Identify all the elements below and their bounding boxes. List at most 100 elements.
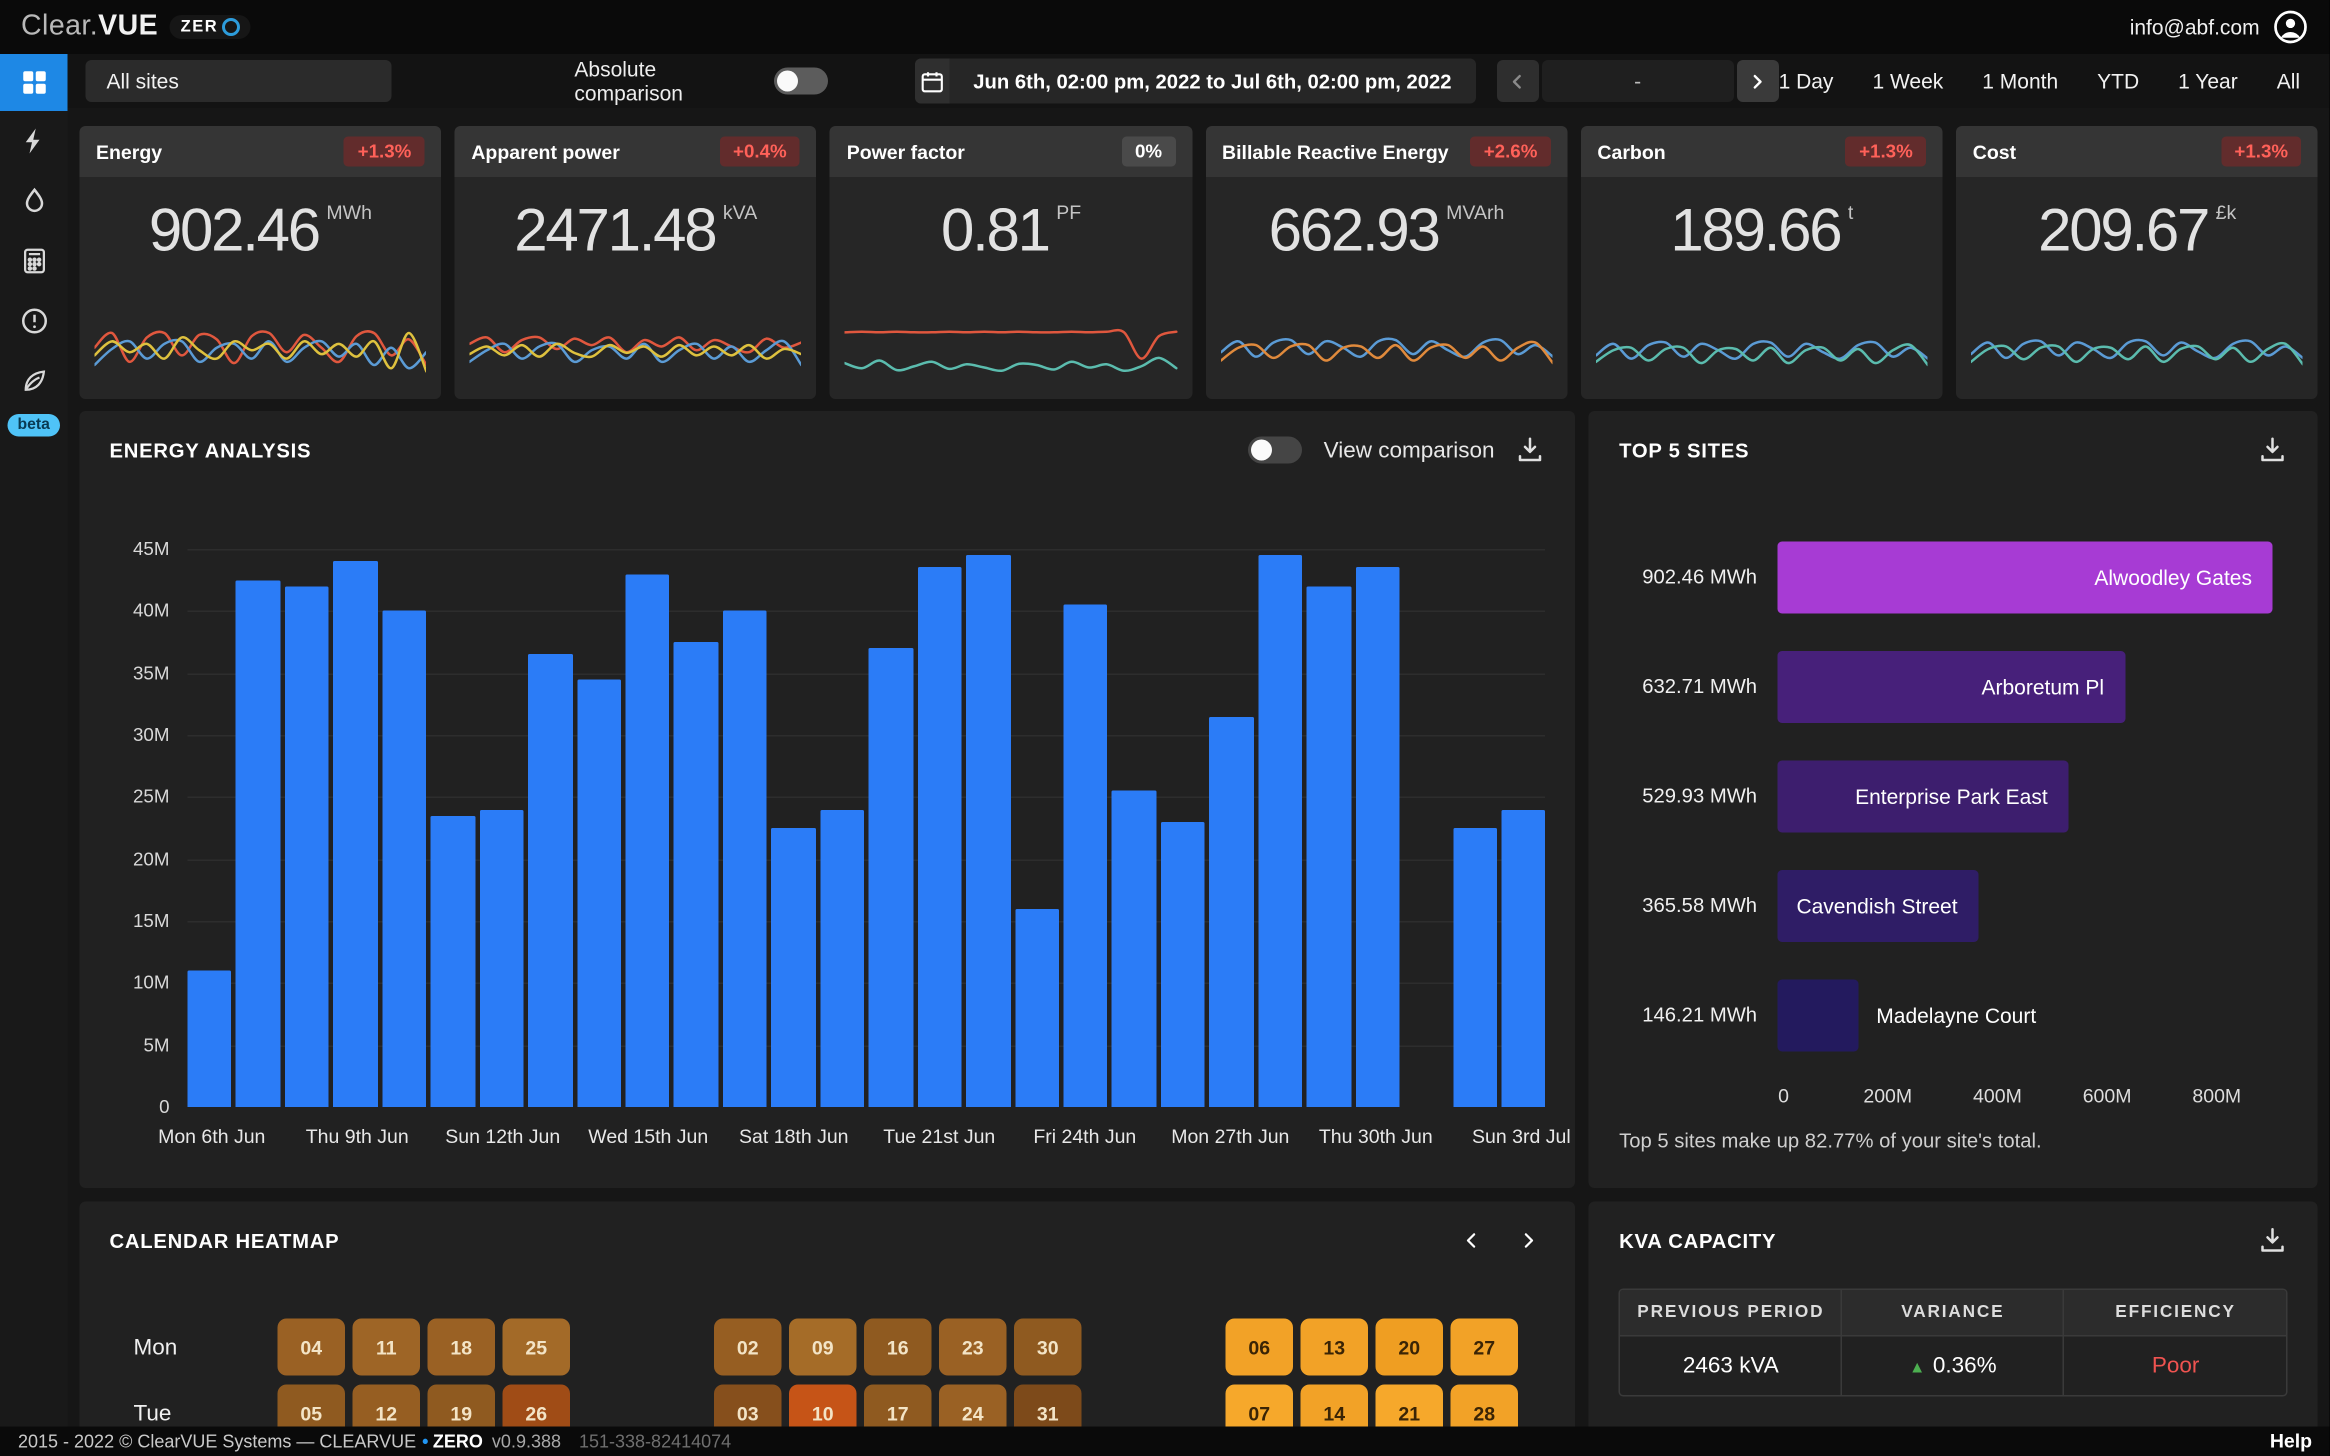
energy-bar[interactable] (1258, 555, 1302, 1107)
energy-bar[interactable] (285, 586, 329, 1107)
energy-bar[interactable] (771, 828, 815, 1107)
sidebar-item-meters[interactable] (0, 231, 68, 291)
kpi-row: Energy+1.3%902.46MWhApparent power+0.4%2… (80, 126, 2319, 399)
energy-bar[interactable] (1015, 909, 1059, 1107)
user-avatar-icon[interactable] (2273, 9, 2309, 45)
energy-bar[interactable] (577, 679, 621, 1107)
sidebar-item-water[interactable] (0, 171, 68, 231)
heatmap-rows: Mon04111825020916233006132027Tue05121926… (110, 1319, 1546, 1442)
energy-bar[interactable] (625, 574, 669, 1107)
range-button[interactable]: 1 Month (1982, 69, 2058, 93)
energy-bar[interactable] (820, 809, 864, 1107)
energy-bar[interactable] (528, 654, 572, 1107)
y-tick-label: 10M (133, 971, 169, 995)
site-name: Arboretum Pl (1982, 674, 2105, 698)
energy-bar[interactable] (1161, 822, 1205, 1107)
kpi-title: Apparent power (471, 140, 619, 163)
energy-bar[interactable] (917, 568, 961, 1107)
site-value: 529.93 MWh (1619, 785, 1757, 808)
heatmap-cell[interactable]: 09 (789, 1319, 857, 1376)
heatmap-day-label: Mon (134, 1334, 278, 1360)
date-range-picker[interactable]: Jun 6th, 02:00 pm, 2022 to Jul 6th, 02:0… (915, 59, 1476, 104)
site-value: 902.46 MWh (1619, 566, 1757, 589)
site-bar[interactable]: Alwoodley Gates (1778, 541, 2273, 613)
site-bar[interactable]: Arboretum Pl (1778, 650, 2125, 722)
energy-bar[interactable] (869, 648, 913, 1107)
site-bar-area: Alwoodley Gates (1778, 541, 2288, 613)
y-tick-label: 35M (133, 661, 169, 685)
energy-bar[interactable] (1501, 809, 1545, 1107)
heatmap-cell[interactable]: 20 (1376, 1319, 1444, 1376)
sidebar-item-alerts[interactable] (0, 291, 68, 351)
kpi-delta-badge: +0.4% (720, 137, 801, 167)
energy-bar[interactable] (1453, 828, 1497, 1107)
heatmap-cell[interactable]: 04 (278, 1319, 346, 1376)
absolute-comparison-toggle[interactable] (774, 68, 828, 95)
sidebar-item-sustainability[interactable] (0, 351, 68, 411)
kva-capacity-panel: KVA CAPACITY PREVIOUS PERIOD VARIANCE EF… (1589, 1202, 2318, 1456)
help-link[interactable]: Help (2270, 1430, 2312, 1453)
heatmap-cell[interactable]: 30 (1014, 1319, 1082, 1376)
energy-bar[interactable] (674, 642, 718, 1107)
heatmap-cell[interactable]: 23 (939, 1319, 1007, 1376)
sidebar-item-dashboard[interactable] (0, 54, 68, 111)
kpi-value: 662.93 (1269, 186, 1439, 276)
heatmap-cell[interactable]: 18 (428, 1319, 496, 1376)
sidebar-nav: beta (0, 54, 68, 1456)
kpi-sparkline (845, 315, 1177, 393)
heatmap-cell[interactable]: 02 (714, 1319, 782, 1376)
energy-bar[interactable] (723, 611, 767, 1107)
energy-bar[interactable] (431, 816, 475, 1107)
energy-bar[interactable] (1209, 716, 1253, 1107)
energy-bar[interactable] (966, 555, 1010, 1107)
x-tick-label: Tue 21st Jun (883, 1125, 995, 1148)
range-button[interactable]: All (2277, 69, 2300, 93)
view-comparison-toggle[interactable] (1249, 437, 1303, 464)
heatmap-next-button[interactable] (1513, 1224, 1546, 1257)
energy-bar[interactable] (1063, 605, 1107, 1107)
kpi-title: Cost (1973, 140, 2016, 163)
next-period-button[interactable] (1737, 60, 1779, 102)
range-button[interactable]: 1 Day (1779, 69, 1834, 93)
energy-bar[interactable] (1307, 586, 1351, 1107)
site-bar[interactable] (1778, 979, 1858, 1051)
heatmap-cell[interactable]: 25 (503, 1319, 571, 1376)
range-button[interactable]: YTD (2097, 69, 2139, 93)
energy-bar[interactable] (1112, 791, 1156, 1107)
kpi-unit: MVArh (1446, 201, 1504, 224)
footer-brand-zero: ZERO (433, 1431, 483, 1452)
top5-rows: 902.46 MWhAlwoodley Gates632.71 MWhArbor… (1619, 522, 2288, 1070)
y-tick-label: 15M (133, 909, 169, 933)
site-selector[interactable]: All sites (86, 60, 392, 102)
energy-bar[interactable] (479, 809, 523, 1107)
site-bar[interactable]: Enterprise Park East (1778, 760, 2069, 832)
site-bar[interactable]: Cavendish Street (1778, 869, 1978, 941)
previous-period-button[interactable] (1497, 60, 1539, 102)
heatmap-cell[interactable]: 11 (353, 1319, 421, 1376)
heatmap-cell[interactable]: 06 (1226, 1319, 1294, 1376)
download-icon[interactable] (2258, 1226, 2288, 1256)
footer-serial: 151-338-82414074 (579, 1431, 731, 1452)
heatmap-cell[interactable]: 16 (864, 1319, 932, 1376)
energy-bar[interactable] (382, 611, 426, 1107)
energy-bar[interactable] (236, 580, 280, 1107)
download-icon[interactable] (2258, 435, 2288, 465)
kpi-card: Power factor0%0.81PF (830, 126, 1192, 399)
sidebar-item-energy[interactable] (0, 111, 68, 171)
heatmap-prev-button[interactable] (1456, 1224, 1489, 1257)
energy-bar[interactable] (333, 561, 377, 1107)
range-button[interactable]: 1 Week (1872, 69, 1943, 93)
y-tick-label: 45M (133, 537, 169, 561)
heatmap-row: Mon04111825 0209162330 06132027 (110, 1319, 1546, 1376)
download-icon[interactable] (1516, 435, 1546, 465)
range-button[interactable]: 1 Year (2178, 69, 2238, 93)
energy-bar[interactable] (188, 971, 232, 1107)
energy-bar[interactable] (1355, 568, 1399, 1107)
kpi-value: 209.67 (2038, 186, 2208, 276)
heatmap-cell[interactable]: 27 (1451, 1319, 1519, 1376)
kpi-delta-badge: +2.6% (1470, 137, 1551, 167)
kpi-sparkline (1221, 315, 1553, 393)
site-bar-area: Cavendish Street (1778, 869, 2288, 941)
heatmap-cell[interactable]: 13 (1301, 1319, 1369, 1376)
site-bar-area: Enterprise Park East (1778, 760, 2288, 832)
